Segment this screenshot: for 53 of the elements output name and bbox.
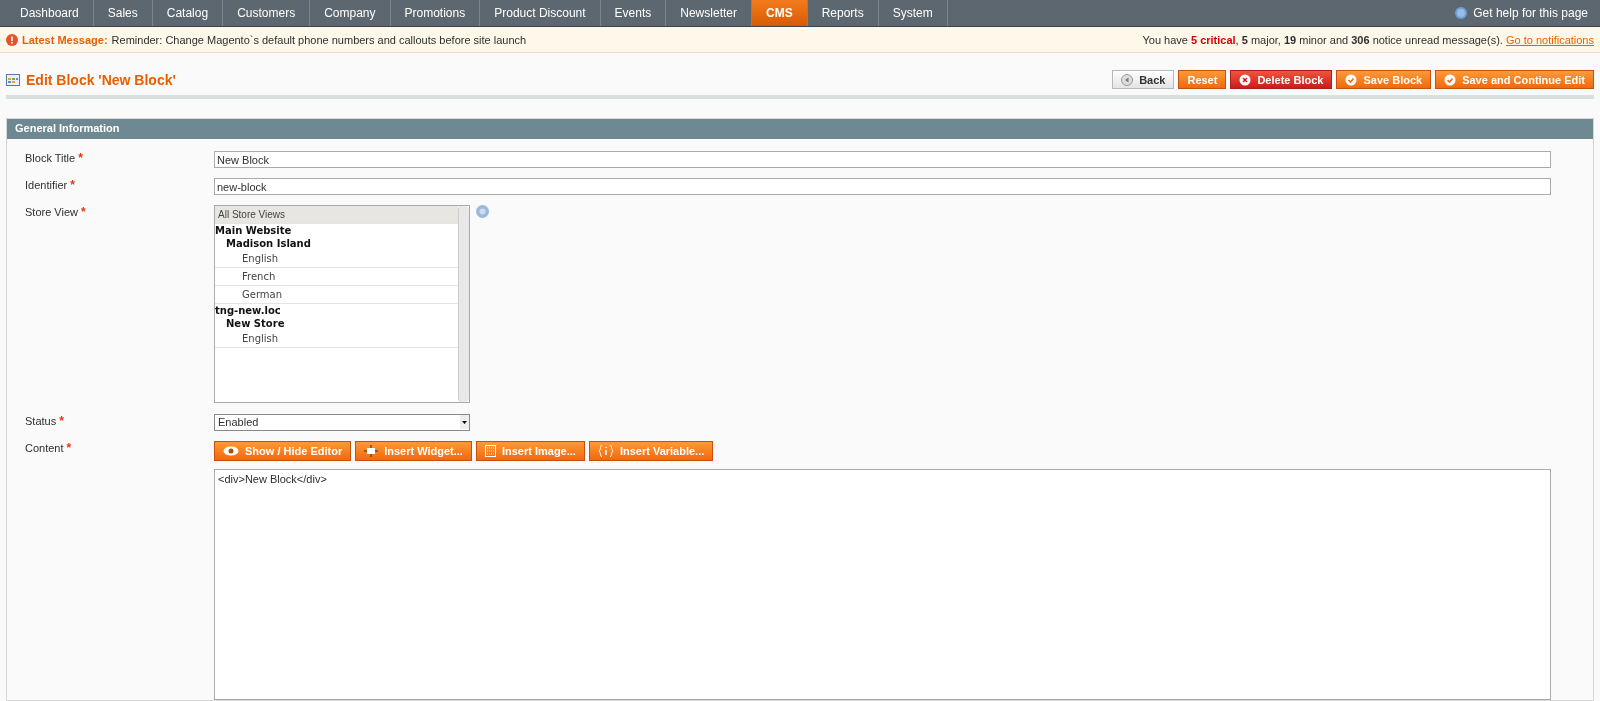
nav-tab[interactable]: Reports bbox=[807, 0, 879, 26]
field-label: Store View bbox=[25, 205, 79, 219]
dropdown-icon bbox=[460, 415, 469, 430]
nav-tab[interactable]: Customers bbox=[223, 0, 311, 26]
store-view-list[interactable]: All Store Views Main Website Madison Island English French German tng-new.loc New Store English bbox=[214, 205, 470, 404]
store-group-label: tng-new.loc bbox=[215, 304, 282, 318]
help-link[interactable]: Get help for this page bbox=[1455, 0, 1600, 26]
required-mark: * bbox=[81, 205, 86, 220]
notification-summary: You have 5 critical, 5 major, 19 minor and 306 notice unread message(s). Go to notifications bbox=[1142, 33, 1594, 46]
required-mark: * bbox=[66, 440, 72, 455]
field-label: Block Title bbox=[25, 151, 77, 164]
alert-icon bbox=[6, 33, 18, 46]
check-icon bbox=[1444, 73, 1457, 86]
nav-tab[interactable]: Promotions bbox=[390, 0, 481, 26]
message-text: Reminder: Change Magento`s default phone numbers and callouts before site launch bbox=[111, 33, 527, 46]
field-label: Status bbox=[25, 413, 58, 427]
scrollbar[interactable] bbox=[458, 206, 469, 403]
field-label: Identifier bbox=[25, 178, 69, 192]
section-header: General Information bbox=[7, 119, 1593, 139]
status-select[interactable]: Enabled bbox=[214, 413, 470, 431]
nav-tab[interactable]: Company bbox=[310, 0, 391, 26]
delete-button[interactable]: Delete Block bbox=[1230, 70, 1333, 89]
back-icon bbox=[1121, 73, 1134, 86]
required-mark: * bbox=[70, 178, 75, 193]
nav-tab[interactable]: Newsletter bbox=[666, 0, 752, 26]
text-field[interactable]: New Block bbox=[214, 151, 1551, 168]
message-label: Latest Message: bbox=[22, 33, 108, 46]
check-icon bbox=[1345, 73, 1358, 86]
back-button[interactable]: Back bbox=[1112, 70, 1175, 89]
image-icon bbox=[484, 444, 496, 457]
nav-tab[interactable]: Dashboard bbox=[6, 0, 94, 26]
close-icon bbox=[1239, 73, 1252, 86]
required-mark: * bbox=[59, 413, 64, 428]
nav-tab[interactable]: Sales bbox=[93, 0, 153, 26]
store-group-label: New Store bbox=[225, 317, 286, 331]
grid-icon bbox=[6, 73, 20, 86]
text-field[interactable]: new-block bbox=[214, 178, 1551, 196]
store-group-label: Madison Island bbox=[225, 237, 312, 251]
store-option[interactable]: All Store Views bbox=[215, 206, 458, 225]
eye-icon bbox=[223, 445, 239, 456]
required-mark: * bbox=[78, 151, 83, 165]
nav-tab[interactable]: Catalog bbox=[152, 0, 224, 26]
nav-tab[interactable]: System bbox=[878, 0, 948, 26]
page-title: Edit Block 'New Block' bbox=[26, 71, 176, 88]
store-group-label: Main Website bbox=[215, 224, 293, 238]
nav-tab[interactable]: Events bbox=[600, 0, 667, 26]
nav-tab[interactable]: CMS bbox=[751, 0, 808, 26]
content-textarea[interactable]: <div>New Block</div> bbox=[214, 468, 1551, 700]
nav-tab[interactable]: Product Discount bbox=[480, 0, 601, 26]
notifications-link[interactable]: Go to notifications bbox=[1505, 33, 1594, 46]
braces-icon bbox=[597, 444, 614, 457]
widget-icon bbox=[364, 444, 379, 457]
field-label: Content bbox=[25, 440, 65, 454]
